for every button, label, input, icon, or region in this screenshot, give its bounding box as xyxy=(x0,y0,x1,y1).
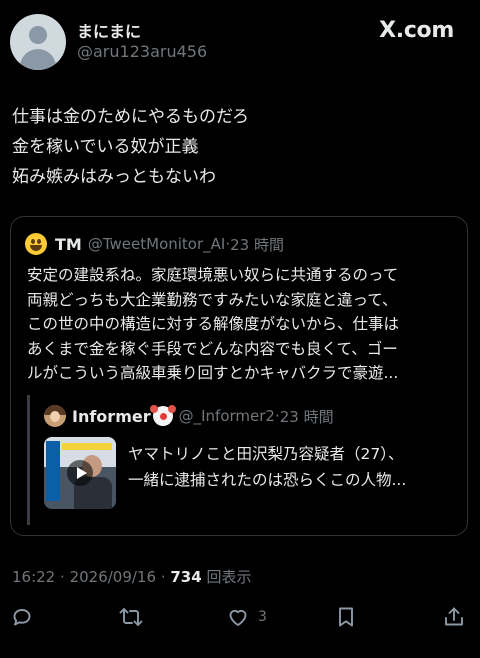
nested-author-handle: @_Informer2 xyxy=(178,407,275,425)
quoted-tweet-time: 23 時間 xyxy=(230,235,284,254)
retweet-icon xyxy=(119,608,143,626)
quoted-tweet-text: 安定の建設系ね。家庭環境悪い奴らに共通するのって 両親どっちも大企業勤務ですみた… xyxy=(27,263,453,386)
quoted-tweet-header: TM @TweetMonitor_AI · 23 時間 xyxy=(25,233,284,255)
share-icon xyxy=(445,607,463,626)
quoted-tweet-line: あくまで金を稼ぐ手段でどんな内容でも良くて、ゴー xyxy=(27,339,398,358)
nested-tweet-text: ヤマトリノこと田沢梨乃容疑者（27）、 一緒に逮捕されたのは恐らくこの人物... xyxy=(128,441,454,493)
avatar-body-shape xyxy=(20,49,56,70)
tweet-text: 仕事は金のためにやるものだろ 金を稼いでいる奴が正義 妬み嫉みはみっともないわ xyxy=(12,102,468,192)
quoted-tweet-card[interactable]: TM @TweetMonitor_AI · 23 時間 安定の建設系ね。家庭環境… xyxy=(10,216,468,536)
nested-author-name[interactable]: Informer xyxy=(72,407,151,426)
share-button[interactable] xyxy=(442,604,466,630)
reply-icon xyxy=(13,609,31,626)
bookmark-icon xyxy=(339,607,353,627)
nested-tweet-line: ヤマトリノこと田沢梨乃容疑者（27）、 xyxy=(128,445,404,463)
nested-quoted-tweet[interactable]: Informer @_Informer2 · 23 時間 ヤマトリノこと田沢梨乃… xyxy=(27,395,458,525)
quoted-author-name[interactable]: TM xyxy=(55,235,82,254)
brand-logo: X.com xyxy=(379,18,454,43)
tweet-timestamp-views: 16:22 · 2026/09/16 · 734 回表示 xyxy=(12,566,251,587)
nested-tweet-line: 一緒に逮捕されたのは恐らくこの人物... xyxy=(128,471,407,489)
tweet-line: 金を稼いでいる奴が正義 xyxy=(12,137,199,157)
like-count: 3 xyxy=(258,609,267,625)
dot-separator: · xyxy=(160,568,171,586)
nested-tweet-header: Informer @_Informer2 · 23 時間 xyxy=(44,405,334,427)
author-avatar[interactable] xyxy=(10,14,66,70)
author-handle[interactable]: @aru123aru456 xyxy=(77,42,207,61)
quoted-tweet-line: この世の中の構造に対する解像度がないから、仕事は xyxy=(27,315,400,333)
reply-button[interactable] xyxy=(10,604,34,630)
quoted-tweet-line: 安定の建設系ね。家庭環境悪い奴らに共通するのって xyxy=(27,266,399,284)
author-display-name[interactable]: まにまに xyxy=(77,18,141,42)
avatar-head-shape xyxy=(29,26,47,44)
nested-tweet-time: 23 時間 xyxy=(279,407,334,426)
quoted-tweet-line: 両親どっちも大企業勤務ですみたいな家庭と違って、 xyxy=(27,290,398,309)
heart-icon xyxy=(229,609,247,626)
tweet-line: 妬み嫉みはみっともないわ xyxy=(12,167,216,187)
grinning-face-avatar-icon[interactable] xyxy=(25,233,47,255)
video-thumbnail[interactable] xyxy=(44,437,116,509)
action-bar: 3 xyxy=(0,602,480,632)
tweet-date[interactable]: 2026/09/16 xyxy=(70,568,156,586)
tweet-time[interactable]: 16:22 xyxy=(12,568,55,586)
retweet-button[interactable] xyxy=(118,604,144,630)
bookmark-button[interactable] xyxy=(334,604,358,630)
dot-separator: · xyxy=(60,568,70,586)
view-label: 回表示 xyxy=(206,568,252,586)
tweet-line: 仕事は金のためにやるものだろ xyxy=(12,107,249,127)
like-button[interactable]: 3 xyxy=(226,604,267,630)
clown-face-icon xyxy=(149,405,176,426)
quoted-author-handle: @TweetMonitor_AI xyxy=(87,235,226,253)
nested-author-avatar[interactable] xyxy=(44,405,66,427)
view-count: 734 xyxy=(170,568,202,586)
quoted-tweet-line: ルがこういう高級車乗り回すとかキャバクラで豪遊... xyxy=(27,364,399,382)
